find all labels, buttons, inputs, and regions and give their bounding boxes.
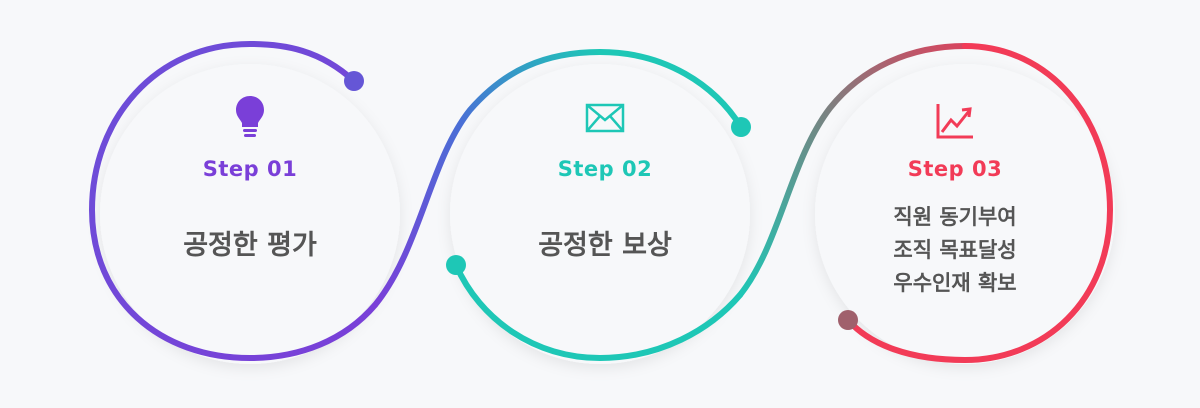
step-2-start-dot bbox=[446, 255, 466, 275]
step-3-end-dot bbox=[838, 310, 858, 330]
step-1: Step 01 공정한 평가 bbox=[150, 90, 350, 310]
step-2: Step 02 공정한 보상 bbox=[505, 90, 705, 310]
lightbulb-icon bbox=[234, 94, 266, 144]
step-3-desc-line-1: 직원 동기부여 bbox=[893, 205, 1017, 229]
step-3: Step 03 직원 동기부여 조직 목표달성 우수인재 확보 bbox=[855, 90, 1055, 310]
step-3-label: Step 03 bbox=[907, 157, 1003, 181]
step-1-end-dot bbox=[344, 71, 364, 91]
step-3-desc-line-2: 조직 목표달성 bbox=[893, 238, 1017, 262]
step-1-desc: 공정한 평가 bbox=[183, 230, 317, 261]
step-2-end-dot bbox=[731, 117, 751, 137]
step-3-desc-line-3: 우수인재 확보 bbox=[893, 271, 1017, 295]
step-1-label: Step 01 bbox=[202, 157, 298, 181]
process-diagram: Step 01 공정한 평가 Step 02 공정한 보상 Step 03 직원… bbox=[0, 0, 1200, 408]
step-2-label: Step 02 bbox=[557, 157, 653, 181]
growth-chart-icon bbox=[935, 102, 975, 144]
step-2-desc: 공정한 보상 bbox=[538, 230, 672, 261]
envelope-icon bbox=[585, 103, 625, 137]
